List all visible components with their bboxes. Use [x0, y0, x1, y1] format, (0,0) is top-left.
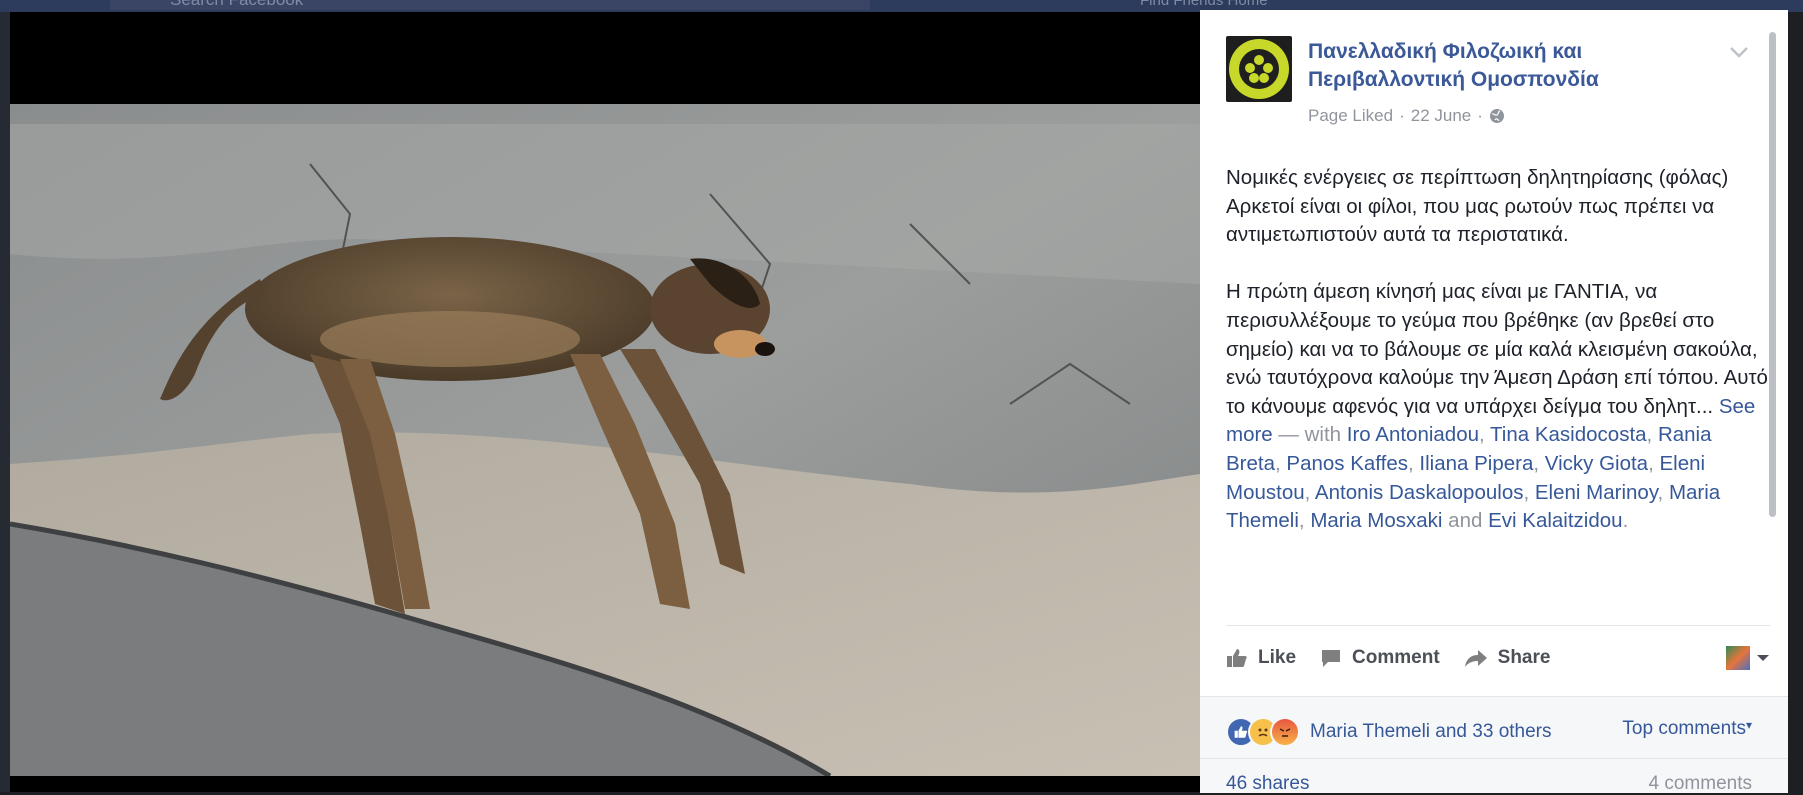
- tagged-person[interactable]: Maria Mosxaki: [1310, 509, 1442, 532]
- page-avatar[interactable]: [1226, 36, 1292, 102]
- top-nav-links[interactable]: Find Friends Home: [1140, 0, 1268, 9]
- reactors-link[interactable]: Maria Themeli and 33 others: [1310, 721, 1552, 743]
- comment-label: Comment: [1352, 647, 1440, 668]
- comment-icon: [1322, 650, 1341, 667]
- post-title-line: Νομικές ενέργειες σε περίπτωση δηλητηρία…: [1226, 166, 1729, 189]
- post-photo[interactable]: [10, 104, 1200, 776]
- share-label: Share: [1497, 647, 1551, 668]
- caret-down-icon: [1757, 655, 1769, 661]
- post-date[interactable]: 22 June: [1411, 106, 1472, 126]
- tagged-person[interactable]: Tina Kasidocosta: [1490, 423, 1647, 446]
- share-button[interactable]: Share: [1464, 647, 1551, 669]
- page-liked-status[interactable]: Page Liked: [1308, 106, 1393, 126]
- post-meta: Page Liked · 22 June ·: [1308, 106, 1505, 126]
- globe-icon: [1489, 109, 1504, 123]
- page-name-link[interactable]: Πανελλαδική Φιλοζωική και Περιβαλλοντική…: [1308, 38, 1708, 94]
- share-icon: [1464, 650, 1487, 667]
- like-button[interactable]: Like: [1226, 647, 1296, 669]
- post-actions: Like Comment Share: [1226, 638, 1770, 678]
- tagged-person[interactable]: Antonis Daskalopoulos: [1315, 481, 1524, 504]
- dead-dog-photo-icon: [10, 104, 1200, 776]
- tagged-person[interactable]: Iro Antoniadou: [1347, 423, 1479, 446]
- top-comments-label: Top comments: [1622, 718, 1746, 739]
- reactions-bar: Maria Themeli and 33 others Top comments…: [1200, 696, 1788, 759]
- post-intro-line: Αρκετοί είναι οι φίλοι, που μας ρωτούν π…: [1226, 194, 1715, 247]
- top-comments-dropdown[interactable]: Top comments▾: [1622, 718, 1752, 740]
- like-label: Like: [1258, 647, 1297, 668]
- divider: [1226, 625, 1770, 626]
- tagged-person[interactable]: Eleni Marinoy: [1535, 481, 1658, 504]
- angry-reaction-icon: [1270, 717, 1300, 747]
- chevron-down-icon[interactable]: [1728, 44, 1750, 60]
- meta-separator-2: ·: [1477, 106, 1483, 125]
- post-text: Νομικές ενέργειες σε περίπτωση δηλητηρία…: [1226, 164, 1770, 536]
- reactions-summary[interactable]: Maria Themeli and 33 others: [1226, 717, 1552, 747]
- post-as-selector[interactable]: [1726, 646, 1770, 670]
- post-body: Η πρώτη άμεση κίνησή μας είναι με ΓΑΝΤΙΑ…: [1226, 280, 1768, 418]
- photo-viewer: [10, 12, 1200, 792]
- with-text: — with: [1278, 423, 1342, 447]
- tagged-person[interactable]: Panos Kaffes: [1286, 452, 1408, 475]
- user-avatar: [1726, 646, 1750, 670]
- tagged-person[interactable]: Vicky Giota: [1545, 452, 1648, 475]
- search-input[interactable]: Search Facebook: [110, 0, 870, 10]
- tagged-person[interactable]: Evi Kalaitzidou: [1488, 509, 1622, 532]
- share-stats-bar: 46 shares 4 comments: [1200, 758, 1788, 794]
- page-edge: [0, 12, 10, 792]
- thumbs-up-icon: [1227, 649, 1247, 667]
- post-sidebar: Πανελλαδική Φιλοζωική και Περιβαλλοντική…: [1200, 10, 1788, 794]
- meta-separator: ·: [1399, 106, 1405, 125]
- tagged-person[interactable]: Iliana Pipera: [1419, 452, 1533, 475]
- scrollbar[interactable]: [1769, 32, 1776, 517]
- comment-button[interactable]: Comment: [1320, 647, 1440, 669]
- page-logo-icon: [1229, 39, 1289, 99]
- post-paragraph: Η πρώτη άμεση κίνησή μας είναι με ΓΑΝΤΙΑ…: [1226, 280, 1768, 533]
- caret-icon: ▾: [1745, 718, 1752, 732]
- and-text: and: [1448, 509, 1483, 533]
